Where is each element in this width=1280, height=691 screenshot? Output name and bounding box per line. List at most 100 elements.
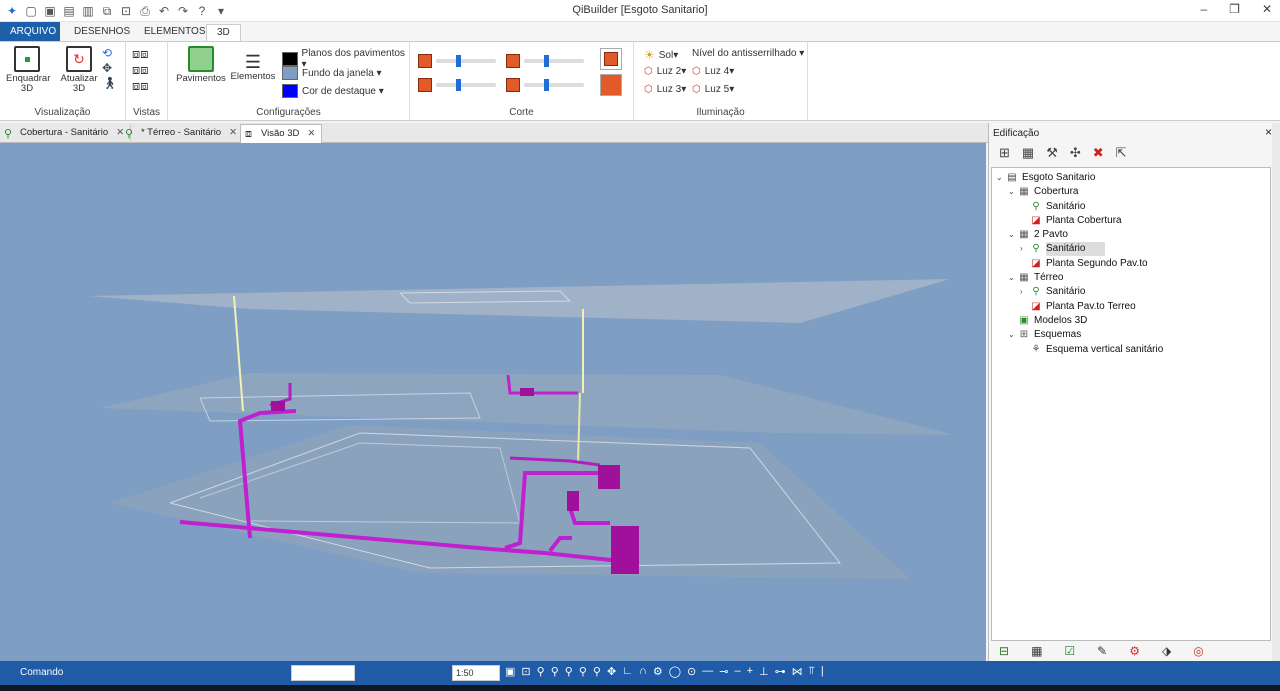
tab-elementos[interactable]: ELEMENTOS xyxy=(134,24,216,42)
center-snap-icon[interactable]: ⊙ xyxy=(687,665,696,678)
right-scrollbar[interactable] xyxy=(1272,123,1280,661)
network-icon[interactable]: ⬗ xyxy=(1162,644,1171,658)
view-back-icon[interactable]: ⧈ xyxy=(140,62,148,77)
tree-expander-icon[interactable]: ⌄ xyxy=(1008,328,1016,342)
enquadrar-3d-button[interactable]: Enquadrar 3D xyxy=(6,46,50,94)
tree-node[interactable]: › ⚲ Sanitário xyxy=(992,285,1270,299)
restore-button[interactable]: ❐ xyxy=(1229,2,1240,16)
tree-expander-icon[interactable]: › xyxy=(1020,285,1028,299)
magnet-icon[interactable]: ∩ xyxy=(639,665,647,678)
cut-w-slider[interactable] xyxy=(524,79,584,91)
tree-expander-icon[interactable]: ⌄ xyxy=(1008,185,1016,199)
luz5-dropdown[interactable]: ⬡ Luz 5▾ xyxy=(692,84,734,95)
move-icon[interactable]: ✣ xyxy=(1070,145,1081,161)
cross-snap-icon[interactable]: + xyxy=(747,665,753,678)
tree-expander-icon[interactable]: › xyxy=(1020,242,1028,256)
cut-z-slider[interactable] xyxy=(436,79,496,91)
tree-node[interactable]: ◪ Planta Cobertura xyxy=(992,214,1270,228)
tree-view-icon[interactable]: ⊟ xyxy=(999,644,1009,658)
tree-node-label: Térreo xyxy=(1034,272,1064,284)
ortho-icon[interactable]: ∟ xyxy=(622,665,633,678)
tree-node[interactable]: ⌄ ▦ Térreo xyxy=(992,271,1270,285)
panel-close-button[interactable]: × xyxy=(1265,125,1272,139)
view-bottom-icon[interactable]: ⧈ xyxy=(140,78,148,93)
zoom-all-icon[interactable]: ⚲ xyxy=(593,665,601,678)
tools-icon[interactable]: ⚒ xyxy=(1046,145,1058,161)
tree-node[interactable]: ⚘ Esquema vertical sanitário xyxy=(992,343,1270,357)
close-button[interactable]: ✕ xyxy=(1262,2,1272,16)
tree-node[interactable]: ⌄ ▤ Esgoto Sanitario xyxy=(992,171,1270,185)
vertical-snap-icon[interactable]: | xyxy=(821,665,824,678)
export-icon[interactable]: ⇱ xyxy=(1116,145,1127,161)
viewport-3d[interactable] xyxy=(0,143,986,661)
tree-node[interactable]: ⌄ ⊞ Esquemas xyxy=(992,328,1270,342)
delete-icon[interactable]: ✖ xyxy=(1093,145,1104,161)
doc-tab-terreo-sanitario[interactable]: ⚲ * Térreo - Sanitário ✕ xyxy=(121,124,245,143)
align-snap-icon[interactable]: ⫪ xyxy=(809,665,815,678)
perp-snap-icon[interactable]: ⊥ xyxy=(759,665,769,678)
sol-dropdown[interactable]: ☀ Sol▾ xyxy=(644,48,678,62)
command-input[interactable] xyxy=(291,665,355,681)
fundo-janela-dropdown[interactable]: Fundo da janela ▾ xyxy=(282,66,382,80)
new-floor-icon[interactable]: ⊞ xyxy=(999,145,1010,161)
pavimentos-button[interactable]: Pavimentos xyxy=(176,46,226,84)
layers-view-icon[interactable]: ▦ xyxy=(1031,644,1042,658)
tree-node[interactable]: ◪ Planta Segundo Pav.to xyxy=(992,257,1270,271)
tab-desenhos[interactable]: DESENHOS xyxy=(64,24,140,42)
pin-icon[interactable]: ✎ xyxy=(1097,644,1107,658)
antisserrilhado-dropdown[interactable]: Nível do antisserrilhado ▾ xyxy=(692,48,804,59)
pan-icon[interactable]: ✥ xyxy=(102,61,117,76)
orbit-icon[interactable]: ⟲ xyxy=(102,46,117,61)
snap-grid-icon[interactable]: ▣ xyxy=(505,665,515,678)
tree-node[interactable]: ⚲ Sanitário xyxy=(992,200,1270,214)
minimize-button[interactable]: – xyxy=(1200,2,1207,16)
elementos-button[interactable]: ☰ Elementos xyxy=(230,52,276,82)
tree-node[interactable]: ⌄ ▦ Cobertura xyxy=(992,185,1270,199)
gear-snap-icon[interactable]: ⚙ xyxy=(653,665,663,678)
luz4-dropdown[interactable]: ⬡ Luz 4▾ xyxy=(692,66,734,77)
pan-snap-icon[interactable]: ✥ xyxy=(607,665,616,678)
view-front-icon[interactable]: ⧈ xyxy=(140,46,148,61)
luz2-dropdown[interactable]: ⬡ Luz 2▾ xyxy=(644,66,686,77)
cor-destaque-dropdown[interactable]: Cor de destaque ▾ xyxy=(282,84,384,98)
tab-arquivo[interactable]: ARQUIVO xyxy=(0,22,60,42)
luz3-dropdown[interactable]: ⬡ Luz 3▾ xyxy=(644,84,686,95)
settings-icon[interactable]: ⚙ xyxy=(1129,644,1140,658)
zoom-window-icon[interactable]: ⚲ xyxy=(579,665,587,678)
section-box-button[interactable] xyxy=(600,48,622,70)
circle-snap-icon[interactable]: ◯ xyxy=(669,665,681,678)
tree-expander-icon[interactable]: ⌄ xyxy=(1008,271,1016,285)
check-icon[interactable]: ☑ xyxy=(1064,644,1075,658)
zoom-icon[interactable]: ⚲ xyxy=(537,665,545,678)
atualizar-3d-button[interactable]: ↻ Atualizar 3D xyxy=(58,46,100,94)
walk-icon[interactable]: 🚶︎ xyxy=(102,76,117,91)
cut-y-slider[interactable] xyxy=(524,55,584,67)
scale-select[interactable]: 1:50 xyxy=(452,665,500,681)
color-icon[interactable]: ◎ xyxy=(1193,644,1203,658)
cut-x-slider[interactable] xyxy=(436,55,496,67)
plan-icon: ◪ xyxy=(1031,300,1041,312)
tree-expander-icon[interactable]: ⌄ xyxy=(1008,228,1016,242)
tree-node[interactable]: › ⚲ Sanitário xyxy=(992,242,1270,257)
intersect-snap-icon[interactable]: ⋈ xyxy=(792,665,803,678)
inspection-box-1 xyxy=(611,526,639,574)
floor-props-icon[interactable]: ▦ xyxy=(1022,145,1034,161)
zoom-in-icon[interactable]: ⚲ xyxy=(551,665,559,678)
floor-icon: ▦ xyxy=(1019,229,1029,241)
close-tab-icon[interactable]: ✕ xyxy=(307,128,315,139)
zoom-out-icon[interactable]: ⚲ xyxy=(565,665,573,678)
tree-node[interactable]: ◪ Planta Pav.to Terreo xyxy=(992,300,1270,314)
tree-expander-icon[interactable]: ⌄ xyxy=(996,171,1004,185)
dash-snap-icon[interactable]: – xyxy=(734,665,740,678)
close-tab-icon[interactable]: ✕ xyxy=(229,127,237,138)
tangent-snap-icon[interactable]: ⊶ xyxy=(775,665,786,678)
snap-frame-icon[interactable]: ⊡ xyxy=(521,665,530,678)
tree-node[interactable]: ⌄ ▦ 2 Pavto xyxy=(992,228,1270,242)
midpoint-snap-icon[interactable]: ⊸ xyxy=(719,665,728,678)
tree-node[interactable]: ▣ Modelos 3D xyxy=(992,314,1270,328)
line-snap-icon[interactable]: — xyxy=(702,665,713,678)
tab-3d[interactable]: 3D xyxy=(206,24,241,42)
section-fill-button[interactable] xyxy=(600,74,622,96)
doc-tab-cobertura-sanitario[interactable]: ⚲ Cobertura - Sanitário ✕ xyxy=(0,124,132,143)
doc-tab-visao-3d[interactable]: ⧈ Visão 3D ✕ xyxy=(240,124,323,143)
